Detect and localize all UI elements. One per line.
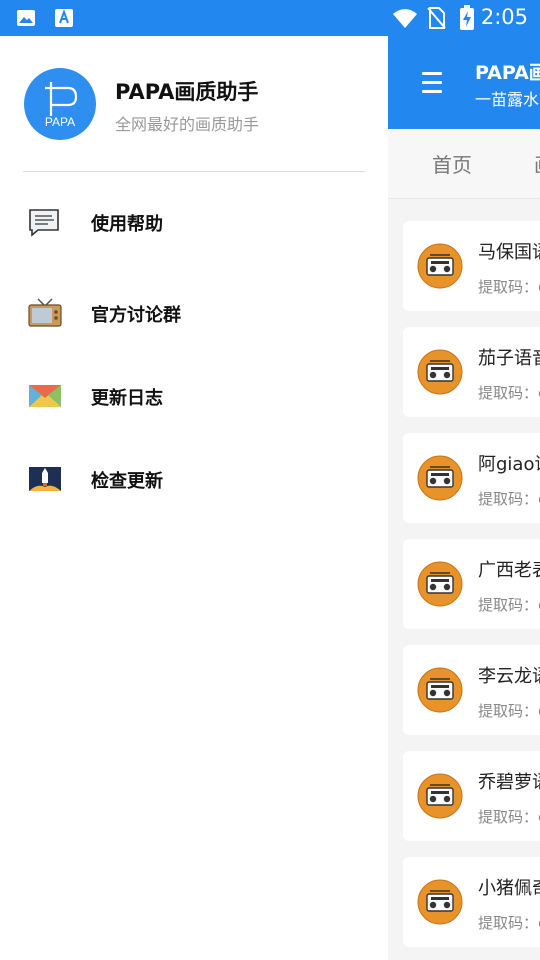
navigation-drawer: PAPA PAPA画质助手 全网最好的画质助手 使用帮助 官方讨论群 更新日志	[0, 36, 388, 960]
rocket-icon	[29, 467, 61, 491]
app-description: 全网最好的画质助手	[115, 115, 260, 134]
menu-item-changelog[interactable]: 更新日志	[0, 366, 388, 426]
clock: 2:05	[480, 5, 528, 29]
papa-logo-icon: PAPA	[45, 82, 78, 129]
menu-item-check-update[interactable]: 检查更新	[0, 449, 388, 509]
app-name: PAPA画质助手	[115, 80, 259, 104]
battery-charging-icon	[460, 5, 474, 30]
status-bar: 2:05	[0, 0, 540, 36]
menu-item-label: 使用帮助	[91, 214, 163, 235]
drawer-scrim[interactable]	[388, 36, 540, 960]
no-sim-icon	[427, 7, 446, 29]
menu-item-discussion-group[interactable]: 官方讨论群	[0, 283, 388, 343]
help-doc-icon	[29, 209, 59, 237]
menu-item-label: 更新日志	[91, 388, 163, 409]
tv-icon	[28, 298, 62, 327]
text-a-icon	[55, 9, 73, 27]
app-logo: PAPA	[24, 68, 96, 140]
menu-item-help[interactable]: 使用帮助	[0, 192, 388, 252]
wifi-icon	[393, 9, 417, 28]
image-icon	[17, 10, 35, 26]
menu-item-label: 官方讨论群	[91, 305, 181, 326]
menu-item-label: 检查更新	[91, 471, 163, 492]
svg-text:PAPA: PAPA	[45, 115, 75, 129]
divider	[23, 171, 365, 172]
mail-icon	[29, 385, 61, 407]
